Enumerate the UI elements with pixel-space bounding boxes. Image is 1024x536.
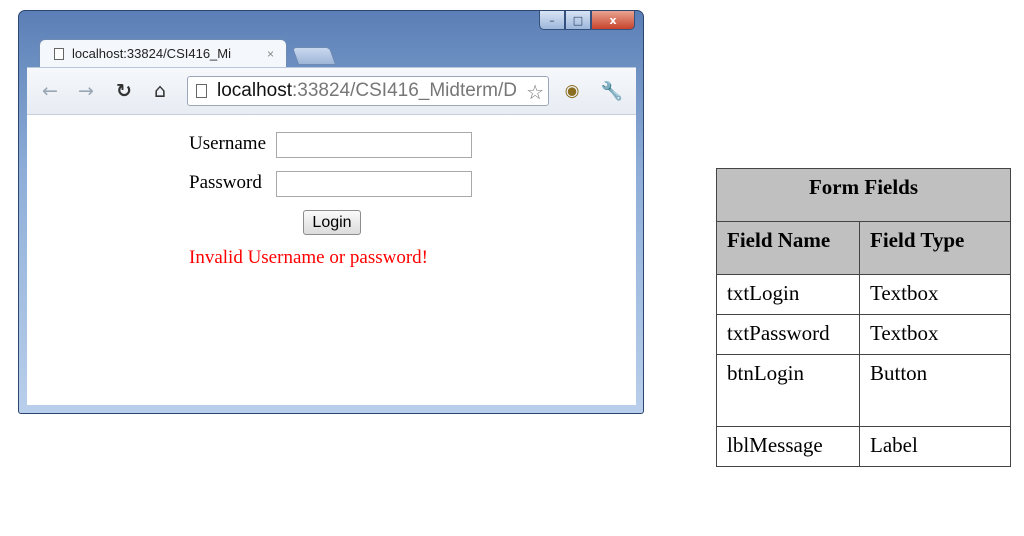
address-host: localhost: [217, 80, 292, 101]
password-label: Password: [189, 172, 262, 193]
reload-icon[interactable]: ↻: [111, 78, 137, 104]
field-name-cell: txtLogin: [716, 274, 860, 315]
page-viewport: Username Password Login Invalid Username…: [27, 115, 636, 405]
field-type-cell: Textbox: [859, 274, 1011, 315]
tab-title: localhost:33824/CSI416_Mi: [72, 46, 231, 61]
eye-icon[interactable]: ◉: [559, 78, 585, 104]
maximize-button[interactable]: □: [565, 11, 591, 30]
table-row: btnLogin Button: [716, 354, 1011, 427]
browser-window: – □ x localhost:33824/CSI416_Mi × ← → ↻ …: [18, 10, 644, 414]
page-icon: [196, 84, 207, 98]
field-name-cell: txtPassword: [716, 314, 860, 355]
star-icon[interactable]: ☆: [524, 80, 544, 105]
table-row: lblMessage Label: [716, 426, 1011, 467]
home-icon[interactable]: ⌂: [147, 78, 173, 104]
form-fields-table: Form Fields Field Name Field Type txtLog…: [716, 168, 1011, 467]
minimize-button[interactable]: –: [539, 11, 565, 30]
tab-close-icon[interactable]: ×: [267, 47, 274, 61]
page-icon: [54, 47, 64, 60]
new-tab-button[interactable]: [291, 47, 337, 65]
password-input[interactable]: [276, 171, 472, 197]
username-label: Username: [189, 133, 267, 154]
window-controls: – □ x: [539, 11, 635, 33]
field-type-cell: Textbox: [859, 314, 1011, 355]
browser-tab[interactable]: localhost:33824/CSI416_Mi ×: [39, 39, 287, 67]
forward-arrow-icon[interactable]: →: [73, 78, 99, 104]
field-type-cell: Label: [859, 426, 1011, 467]
login-button[interactable]: Login: [303, 210, 361, 235]
field-name-cell: btnLogin: [716, 354, 860, 427]
table-title: Form Fields: [716, 168, 1011, 222]
browser-toolbar: ← → ↻ ⌂ localhost:33824/CSI416_Midterm/D…: [27, 67, 636, 115]
table-row: txtLogin Textbox: [716, 274, 1011, 315]
field-type-cell: Button: [859, 354, 1011, 427]
error-message: Invalid Username or password!: [189, 247, 429, 268]
wrench-icon[interactable]: 🔧: [599, 78, 625, 104]
back-arrow-icon[interactable]: ←: [37, 78, 63, 104]
field-name-cell: lblMessage: [716, 426, 860, 467]
address-path: :33824/CSI416_Midterm/D: [292, 80, 517, 101]
close-button[interactable]: x: [591, 11, 635, 30]
column-header-field-type: Field Type: [859, 221, 1011, 275]
column-header-field-name: Field Name: [716, 221, 860, 275]
table-row: txtPassword Textbox: [716, 314, 1011, 355]
username-input[interactable]: [276, 132, 472, 158]
address-bar[interactable]: localhost:33824/CSI416_Midterm/D ☆: [187, 76, 549, 106]
